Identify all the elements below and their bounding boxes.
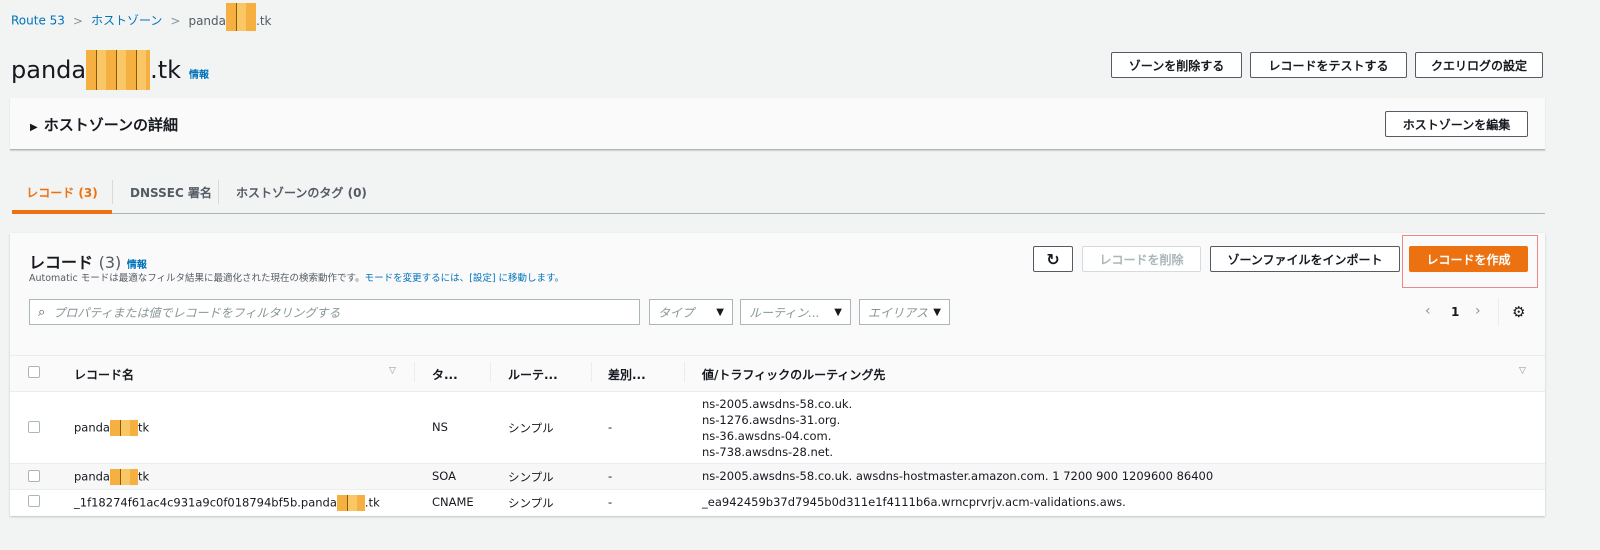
details-toggle[interactable]: ▶ ホストゾーンの詳細 (30, 114, 178, 135)
settings-link[interactable]: モードを変更するには、[設定] に移動します。 (365, 273, 564, 284)
redaction (336, 495, 365, 511)
record-type: SOA (432, 469, 457, 483)
record-values: ns-2005.awsdns-58.co.uk. ns-1276.awsdns-3… (702, 397, 853, 459)
record-name: panda tk (74, 420, 150, 436)
redaction (109, 420, 138, 436)
divider (1498, 298, 1499, 326)
breadcrumb-route53[interactable]: Route 53 (11, 14, 65, 28)
column-value[interactable]: 値/トラフィックのルーティング先 (702, 366, 885, 383)
chevron-right-icon: > (170, 13, 181, 28)
tab-dnssec[interactable]: DNSSEC 署名 (130, 184, 212, 201)
column-routing[interactable]: ルーテ... (508, 366, 558, 383)
divider (591, 362, 592, 382)
refresh-button[interactable]: ↻ (1033, 246, 1073, 272)
import-zone-file-button[interactable]: ゾーンファイルをインポート (1210, 246, 1400, 272)
divider (490, 362, 491, 382)
record-diff: - (608, 495, 613, 509)
tab-separator (218, 180, 219, 204)
settings-gear-icon[interactable]: ⚙ (1512, 303, 1525, 321)
query-log-button[interactable]: クエリログの設定 (1415, 52, 1543, 78)
record-diff: - (608, 469, 613, 483)
record-diff: - (608, 420, 613, 434)
page-title: panda .tk 情報 (11, 50, 209, 90)
row-checkbox[interactable] (28, 495, 40, 507)
info-link[interactable]: 情報 (189, 66, 209, 81)
records-description: Automatic モードは最適なフィルタ結果に最適化された現在の検索動作です。… (29, 273, 565, 284)
row-checkbox[interactable] (28, 470, 40, 482)
breadcrumb-current: panda .tk (188, 3, 271, 31)
delete-record-button[interactable]: レコードを削除 (1082, 246, 1201, 272)
alias-filter[interactable]: エイリアス ▼ (859, 299, 950, 325)
row-checkbox[interactable] (28, 421, 40, 433)
test-record-button[interactable]: レコードをテストする (1250, 52, 1407, 78)
redaction (226, 3, 256, 31)
record-type: CNAME (432, 495, 474, 509)
redaction (86, 50, 151, 90)
column-differentiator[interactable]: 差別... (608, 366, 646, 383)
chevron-right-icon: > (72, 13, 83, 28)
hosted-zone-details-panel: ▶ ホストゾーンの詳細 ホストゾーンを編集 (10, 98, 1545, 150)
page-number[interactable]: 1 (1451, 305, 1459, 319)
record-routing: シンプル (508, 496, 554, 510)
caret-right-icon: ▶ (30, 122, 38, 133)
redaction (109, 469, 138, 485)
caret-down-icon: ▼ (933, 306, 941, 318)
caret-down-icon: ▼ (834, 306, 842, 318)
routing-filter[interactable]: ルーティン... ▼ (740, 299, 851, 325)
tab-tags[interactable]: ホストゾーンのタグ (0) (236, 184, 367, 201)
record-type: NS (432, 420, 448, 434)
caret-down-icon: ▼ (716, 306, 724, 318)
tab-separator (112, 180, 113, 204)
select-all-checkbox[interactable] (28, 366, 40, 378)
record-values: _ea942459b37d7945b0d311e1f4111b6a.wrncpr… (702, 495, 1126, 509)
active-tab-indicator (12, 210, 112, 214)
record-values: ns-2005.awsdns-58.co.uk. awsdns-hostmast… (702, 469, 1214, 483)
breadcrumb-hosted-zones[interactable]: ホストゾーン (91, 14, 162, 28)
create-record-button[interactable]: レコードを作成 (1409, 246, 1528, 272)
column-record-name[interactable]: レコード名 (74, 366, 134, 383)
record-name: panda tk (74, 469, 150, 485)
edit-hosted-zone-button[interactable]: ホストゾーンを編集 (1385, 111, 1528, 137)
breadcrumb: Route 53 > ホストゾーン > panda .tk (11, 3, 271, 31)
divider (414, 362, 415, 382)
prev-page-button[interactable]: ‹ (1425, 303, 1431, 319)
record-name: _1f18274f61ac4c931a9c0f018794bf5b.panda.… (74, 495, 380, 511)
type-filter[interactable]: タイプ ▼ (649, 299, 733, 325)
sort-icon[interactable]: ▽ (389, 366, 396, 376)
record-routing: シンプル (508, 421, 554, 435)
search-icon: ⌕ (38, 304, 46, 320)
divider (684, 362, 685, 382)
divider (10, 355, 1545, 356)
record-routing: シンプル (508, 470, 554, 484)
sort-icon[interactable]: ▽ (1519, 366, 1526, 376)
search-input[interactable]: ⌕ プロパティまたは値でレコードをフィルタリングする (29, 299, 640, 325)
delete-zone-button[interactable]: ゾーンを削除する (1111, 52, 1242, 78)
next-page-button[interactable]: › (1475, 303, 1481, 319)
refresh-icon: ↻ (1046, 249, 1060, 269)
tabs-divider (12, 213, 1545, 214)
tab-records[interactable]: レコード (3) (12, 184, 112, 201)
column-type[interactable]: タ... (432, 366, 458, 383)
